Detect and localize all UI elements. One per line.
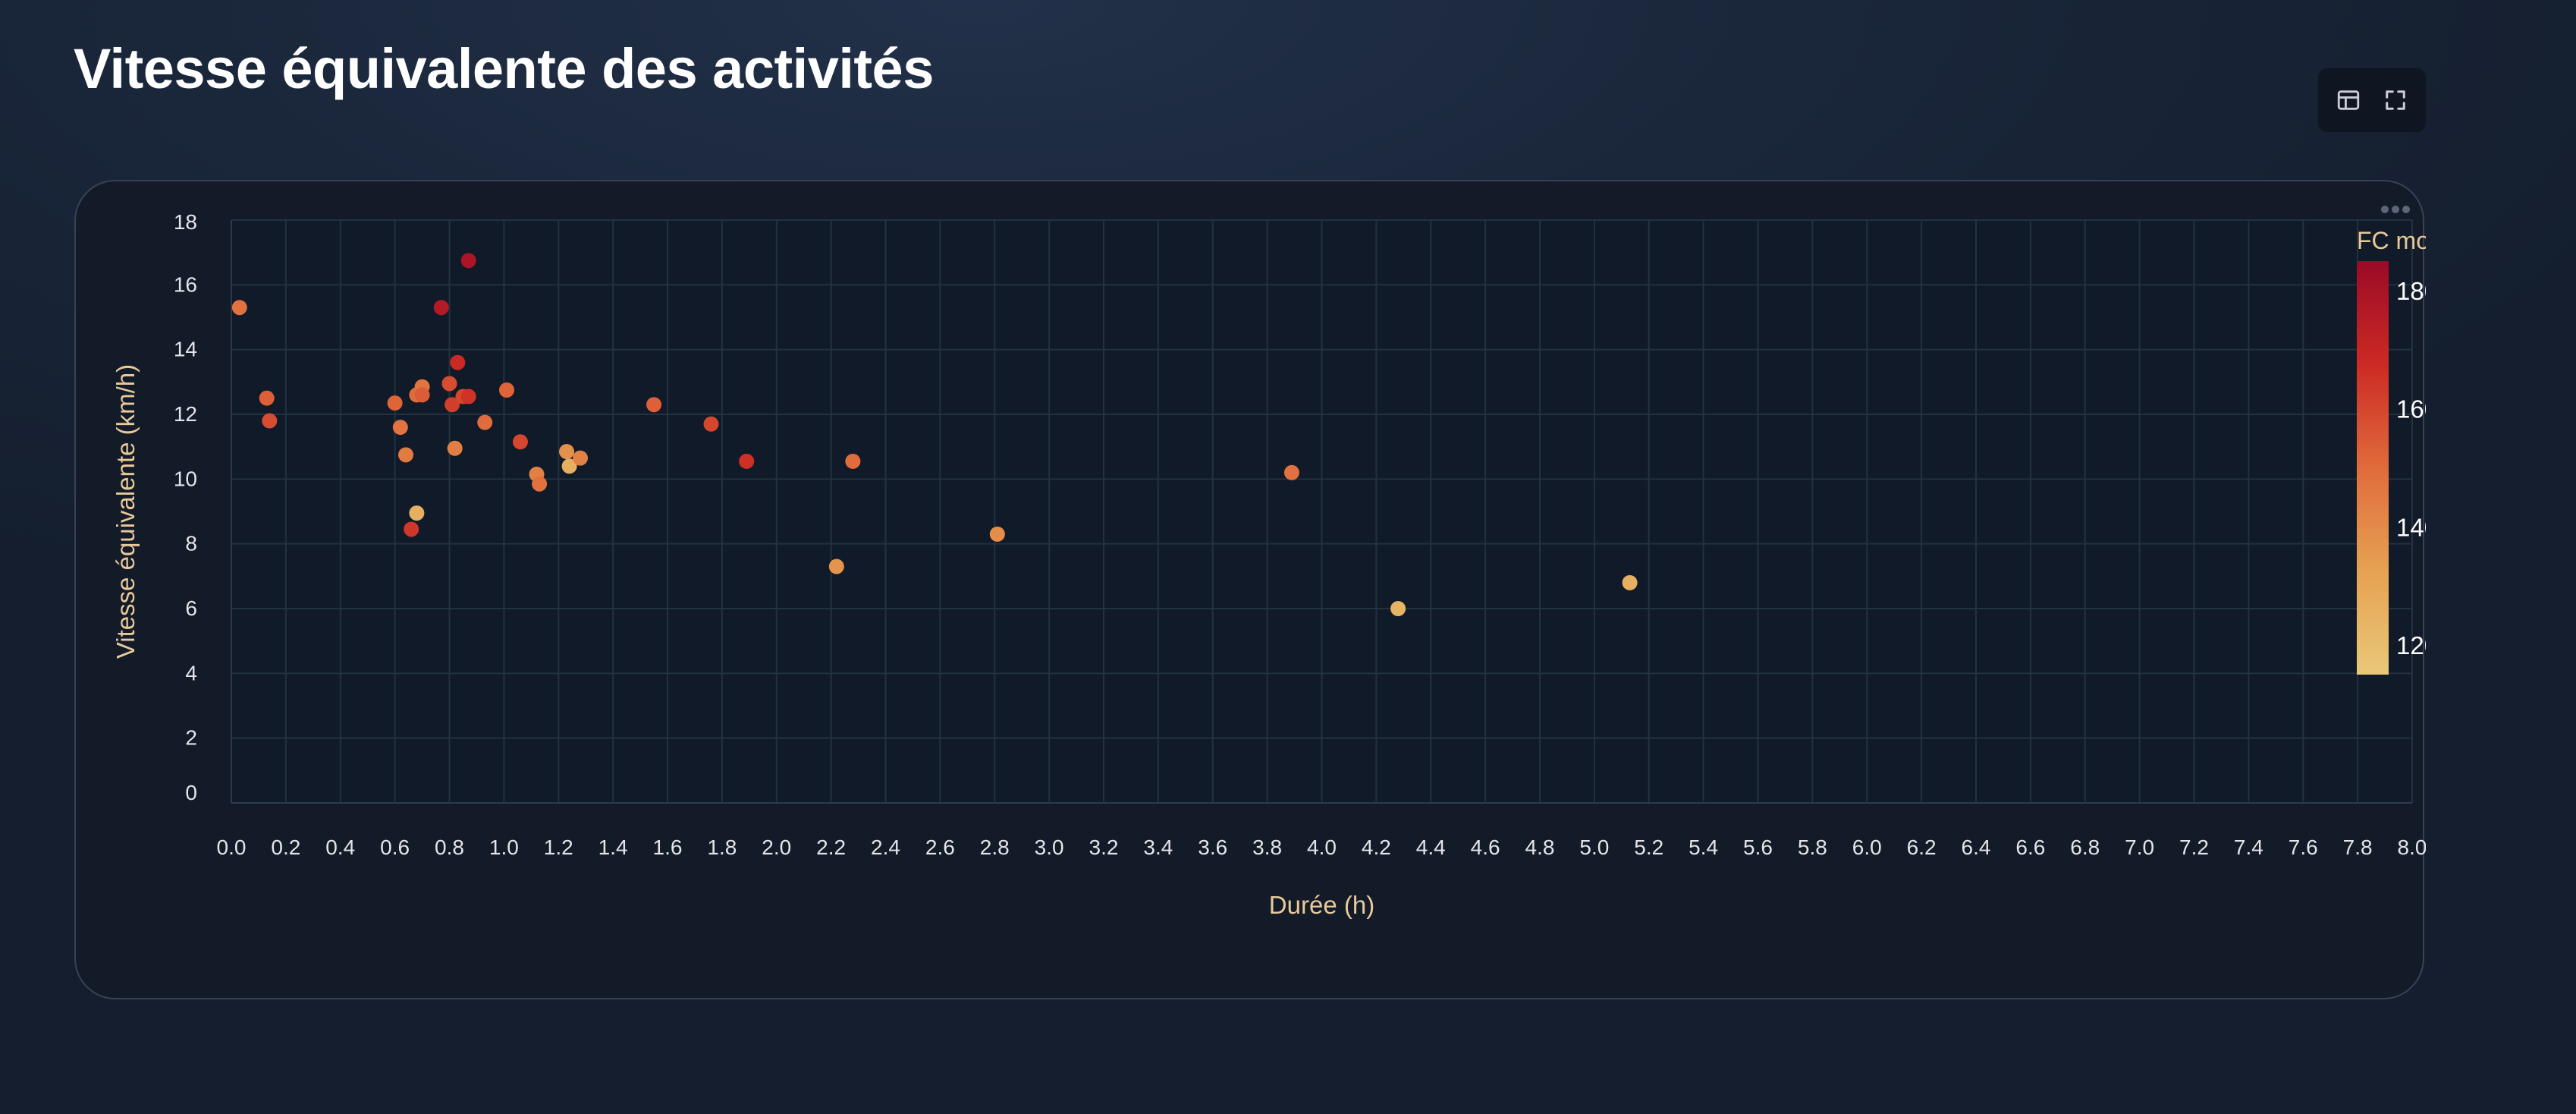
x-tick-label: 2.2	[816, 836, 846, 859]
colorbar-tick-label: 160	[2396, 395, 2426, 423]
chart-toolbar	[2318, 68, 2426, 132]
colorbar-tick-label: 140	[2396, 513, 2426, 541]
data-point[interactable]	[739, 453, 755, 469]
data-point[interactable]	[703, 416, 719, 432]
data-point[interactable]	[460, 389, 476, 404]
x-tick-label: 0.4	[325, 836, 355, 859]
x-tick-label: 5.4	[1689, 836, 1718, 859]
x-tick-label: 7.8	[2343, 836, 2373, 859]
colorbar-tick-label: 180	[2396, 277, 2426, 305]
x-tick-label: 1.8	[707, 836, 737, 859]
data-point[interactable]	[447, 440, 463, 456]
data-point[interactable]	[387, 395, 403, 411]
x-tick-label: 0.8	[435, 836, 464, 859]
x-tick-label: 2.4	[871, 836, 900, 859]
data-point[interactable]	[404, 521, 419, 537]
data-point[interactable]	[477, 414, 493, 430]
data-point[interactable]	[409, 505, 425, 521]
data-point[interactable]	[460, 253, 476, 269]
y-tick-label: 0	[185, 781, 197, 804]
data-point[interactable]	[498, 382, 514, 398]
x-tick-label: 7.4	[2234, 836, 2263, 859]
data-point[interactable]	[828, 559, 844, 574]
colorbar-title: FC moy.	[2357, 227, 2426, 254]
x-tick-label: 3.2	[1089, 836, 1119, 859]
data-point[interactable]	[1622, 574, 1638, 590]
x-tick-label: 3.6	[1198, 836, 1227, 859]
scatter-chart: 0.0 0.2 0.4 0.6 0.8 1.0 1.2 1.4 1.6 1.8 2.0 2.2 2.4 2…	[112, 198, 2426, 919]
y-tick-label: 12	[174, 402, 197, 426]
colorbar	[2357, 261, 2389, 675]
x-tick-label: 3.8	[1252, 836, 1282, 859]
x-tick-label: 7.2	[2179, 836, 2209, 859]
x-tick-label: 2.6	[925, 836, 955, 859]
data-point[interactable]	[450, 354, 466, 370]
data-point[interactable]	[989, 526, 1005, 542]
x-tick-label: 6.8	[2070, 836, 2100, 859]
data-point[interactable]	[1390, 601, 1406, 616]
fullscreen-icon	[2386, 90, 2406, 110]
x-tick-label: 1.2	[544, 836, 573, 859]
x-tick-label: 8.0	[2398, 836, 2426, 859]
x-tick-label: 4.6	[1471, 836, 1500, 859]
y-tick-label: 10	[174, 467, 197, 490]
x-tick-label: 6.6	[2015, 836, 2045, 859]
y-tick-label: 4	[185, 661, 197, 684]
page-title: Vitesse équivalente des activités	[74, 37, 934, 100]
data-point[interactable]	[259, 390, 275, 406]
x-tick-label: 4.0	[1307, 836, 1337, 859]
x-tick-label: 6.2	[1907, 836, 1937, 859]
data-point[interactable]	[646, 397, 662, 413]
data-point[interactable]	[262, 413, 278, 429]
y-tick-label: 6	[185, 596, 197, 620]
data-point[interactable]	[532, 476, 548, 492]
x-tick-label: 3.0	[1035, 836, 1064, 859]
chart-menu-button[interactable]	[2374, 198, 2417, 221]
data-point[interactable]	[512, 434, 528, 450]
x-tick-label: 6.0	[1852, 836, 1882, 859]
x-tick-label: 1.0	[489, 836, 519, 859]
x-tick-label: 5.8	[1798, 836, 1827, 859]
x-tick-label: 0.6	[380, 836, 410, 859]
table-icon	[2337, 90, 2359, 110]
x-tick-label: 5.0	[1579, 836, 1609, 859]
data-point[interactable]	[441, 376, 457, 392]
data-point[interactable]	[573, 450, 588, 466]
x-tick-label: 2.0	[762, 836, 791, 859]
x-tick-label: 7.0	[2125, 836, 2154, 859]
data-point[interactable]	[414, 387, 430, 403]
data-point[interactable]	[845, 453, 861, 469]
y-tick-label: 14	[174, 338, 197, 361]
x-tick-label: 7.6	[2289, 836, 2318, 859]
y-tick-label: 18	[174, 210, 197, 234]
more-horizontal-icon	[2381, 206, 2410, 213]
x-tick-label: 4.4	[1416, 836, 1446, 859]
data-point[interactable]	[392, 420, 408, 436]
chart-container: 0.0 0.2 0.4 0.6 0.8 1.0 1.2 1.4 1.6 1.8 2.0 2.2 2.4 2…	[74, 180, 2426, 999]
x-tick-label: 6.4	[1962, 836, 1991, 859]
y-tick-label: 16	[174, 272, 197, 296]
colorbar-tick-label: 120	[2396, 631, 2426, 659]
x-tick-label: 1.6	[653, 836, 683, 859]
x-tick-label: 0.0	[217, 836, 247, 859]
data-point[interactable]	[559, 444, 575, 460]
x-tick-label: 2.8	[980, 836, 1010, 859]
x-tick-label: 4.2	[1362, 836, 1391, 859]
x-axis-title: Durée (h)	[1269, 891, 1374, 919]
data-point[interactable]	[398, 447, 413, 463]
data-point[interactable]	[1283, 464, 1299, 480]
data-point[interactable]	[433, 300, 449, 316]
x-tick-label: 1.4	[598, 836, 628, 859]
x-tick-label: 0.2	[271, 836, 300, 859]
y-tick-label: 8	[185, 532, 197, 555]
data-point[interactable]	[231, 300, 247, 316]
y-axis-title: Vitesse équivalente (km/h)	[112, 364, 140, 659]
x-tick-label: 4.8	[1525, 836, 1555, 859]
y-tick-label: 2	[185, 726, 197, 750]
fullscreen-button[interactable]	[2378, 83, 2413, 118]
x-tick-label: 5.2	[1634, 836, 1663, 859]
x-tick-label: 5.6	[1743, 836, 1773, 859]
show-data-table-button[interactable]	[2331, 83, 2366, 118]
x-tick-label: 3.4	[1143, 836, 1173, 859]
